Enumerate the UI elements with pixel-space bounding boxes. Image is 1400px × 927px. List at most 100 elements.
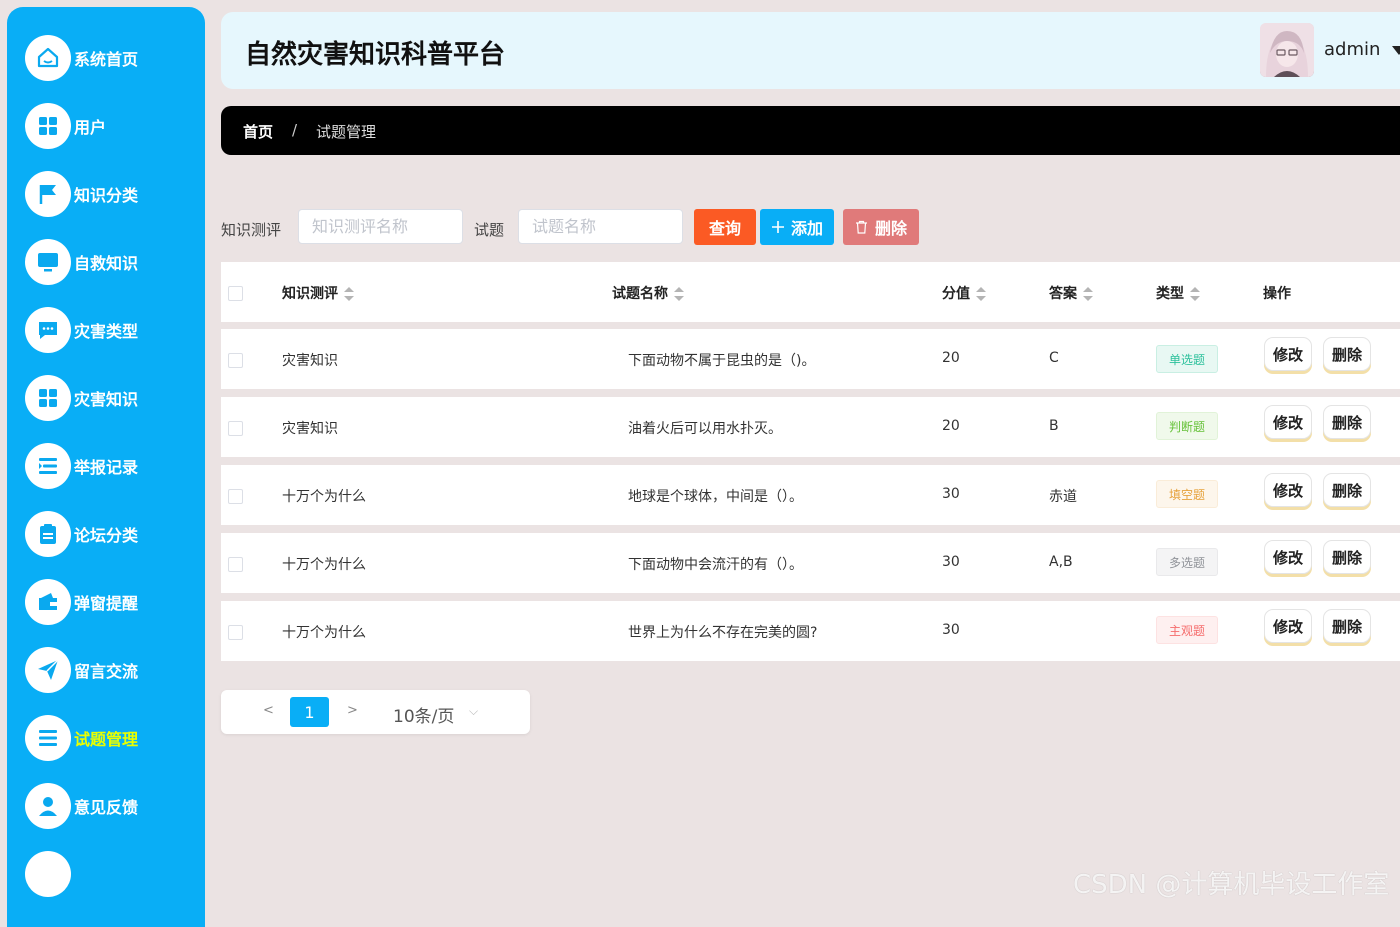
breadcrumb-home[interactable]: 首页 [243, 121, 273, 142]
row-checkbox[interactable] [228, 489, 243, 504]
chevron-down-icon[interactable]: ⌵ [469, 704, 478, 719]
question-search-input[interactable] [518, 209, 683, 244]
avatar[interactable] [1260, 23, 1314, 77]
select-all-checkbox[interactable] [228, 286, 243, 301]
prev-page-button[interactable]: < [263, 703, 274, 718]
sidebar-item-question-management[interactable]: 试题管理 [25, 715, 200, 761]
sidebar-item-disaster-type[interactable]: 灾害类型 [25, 307, 200, 353]
circle-icon [25, 851, 71, 897]
page-title: 自然灾害知识科普平台 [245, 40, 506, 70]
sort-icon[interactable] [976, 287, 986, 301]
delete-button[interactable]: 删除 [1323, 609, 1371, 643]
column-header-type[interactable]: 类型 [1156, 283, 1200, 303]
page-number-button[interactable]: 1 [290, 697, 329, 727]
username[interactable]: admin [1324, 39, 1380, 60]
edit-button[interactable]: 修改 [1264, 405, 1312, 439]
column-header-answer[interactable]: 答案 [1049, 283, 1093, 303]
cell-name: 世界上为什么不存在完美的圆? [628, 625, 818, 641]
page-size-select[interactable]: 10条/页 [393, 702, 454, 727]
type-tag: 判断题 [1156, 412, 1218, 440]
type-tag: 单选题 [1156, 345, 1218, 373]
column-header-actions: 操作 [1263, 286, 1291, 302]
grid-icon [25, 103, 71, 149]
table-row: 灾害知识 下面动物不属于昆虫的是（)。 20 C 单选题 修改 删除 [221, 329, 1400, 389]
table-row: 十万个为什么 地球是个球体，中间是（）。 30 赤道 填空题 修改 删除 [221, 465, 1400, 525]
user-icon [25, 783, 71, 829]
batch-delete-button[interactable]: 删除 [843, 209, 919, 245]
send-icon [25, 647, 71, 693]
row-checkbox[interactable] [228, 353, 243, 368]
cell-answer: C [1049, 350, 1059, 366]
column-header-score[interactable]: 分值 [942, 283, 986, 303]
sidebar-item-home[interactable]: 系统首页 [25, 35, 200, 81]
header: 自然灾害知识科普平台 admin [221, 12, 1400, 89]
trash-icon [855, 220, 867, 234]
cell-answer: A,B [1049, 554, 1073, 570]
delete-button[interactable]: 删除 [1323, 540, 1371, 574]
delete-button[interactable]: 删除 [1323, 473, 1371, 507]
cell-score: 30 [942, 486, 960, 502]
batch-delete-button-label: 删除 [874, 219, 907, 238]
breadcrumb-current: 试题管理 [316, 123, 377, 141]
edit-button[interactable]: 修改 [1264, 473, 1312, 507]
sidebar-item-self-rescue[interactable]: 自救知识 [25, 239, 200, 285]
add-button[interactable]: 添加 [760, 209, 834, 245]
sort-icon[interactable] [674, 287, 684, 301]
delete-button[interactable]: 删除 [1323, 337, 1371, 371]
cell-name: 油着火后可以用水扑灭。 [628, 421, 782, 437]
watermark: CSDN @计算机毕设工作室 [1073, 870, 1390, 900]
caret-down-icon[interactable] [1392, 46, 1400, 55]
sidebar: 系统首页 用户 知识分类 自救知识 灾害类型 灾害知识 举报记录 论坛分类 弹窗… [7, 7, 205, 927]
sidebar-item-label: 试题管理 [74, 730, 139, 749]
wallet-icon [25, 579, 71, 625]
table-row: 十万个为什么 下面动物中会流汗的有（）。 30 A,B 多选题 修改 删除 [221, 533, 1400, 593]
sidebar-item-label: 意见反馈 [74, 798, 139, 817]
home-icon [25, 35, 71, 81]
column-header-exam[interactable]: 知识测评 [282, 283, 354, 303]
exam-search-input[interactable] [298, 209, 463, 244]
edit-button[interactable]: 修改 [1264, 609, 1312, 643]
sidebar-item-label: 用户 [74, 118, 107, 137]
sidebar-item-knowledge-category[interactable]: 知识分类 [25, 171, 200, 217]
sidebar-item-label: 知识分类 [74, 186, 139, 205]
row-checkbox[interactable] [228, 557, 243, 572]
cell-score: 30 [942, 554, 960, 570]
sidebar-item-messages[interactable]: 留言交流 [25, 647, 200, 693]
question-label: 试题 [474, 221, 505, 239]
sidebar-item-label: 灾害知识 [74, 390, 139, 409]
sidebar-item-label: 论坛分类 [74, 526, 139, 545]
sidebar-item-forum-category[interactable]: 论坛分类 [25, 511, 200, 557]
table-row: 十万个为什么 世界上为什么不存在完美的圆? 30 主观题 修改 删除 [221, 601, 1400, 661]
cell-name: 地球是个球体，中间是（）。 [628, 489, 803, 505]
sidebar-item-reports[interactable]: 举报记录 [25, 443, 200, 489]
sidebar-item-users[interactable]: 用户 [25, 103, 200, 149]
next-page-button[interactable]: > [347, 703, 358, 718]
monitor-icon [25, 239, 71, 285]
cell-exam: 灾害知识 [282, 353, 338, 369]
clipboard-icon [25, 511, 71, 557]
type-tag: 填空题 [1156, 480, 1218, 508]
sidebar-item-disaster-knowledge[interactable]: 灾害知识 [25, 375, 200, 421]
sidebar-item-label: 自救知识 [74, 254, 139, 273]
cell-name: 下面动物不属于昆虫的是（)。 [628, 353, 816, 369]
row-checkbox[interactable] [228, 421, 243, 436]
delete-button[interactable]: 删除 [1323, 405, 1371, 439]
sidebar-item-more[interactable] [25, 851, 200, 897]
chat-icon [25, 307, 71, 353]
query-button[interactable]: 查询 [694, 209, 756, 245]
cell-score: 30 [942, 622, 960, 638]
column-header-name[interactable]: 试题名称 [612, 283, 684, 303]
cell-answer: 赤道 [1049, 489, 1077, 505]
sidebar-item-feedback[interactable]: 意见反馈 [25, 783, 200, 829]
sort-icon[interactable] [1083, 287, 1093, 301]
sidebar-item-popup-reminder[interactable]: 弹窗提醒 [25, 579, 200, 625]
edit-button[interactable]: 修改 [1264, 540, 1312, 574]
cell-score: 20 [942, 418, 960, 434]
sidebar-item-label: 举报记录 [74, 458, 139, 477]
sidebar-item-label: 灾害类型 [74, 322, 139, 341]
sort-icon[interactable] [344, 287, 354, 301]
row-checkbox[interactable] [228, 625, 243, 640]
cell-answer: B [1049, 418, 1059, 434]
edit-button[interactable]: 修改 [1264, 337, 1312, 371]
sort-icon[interactable] [1190, 287, 1200, 301]
